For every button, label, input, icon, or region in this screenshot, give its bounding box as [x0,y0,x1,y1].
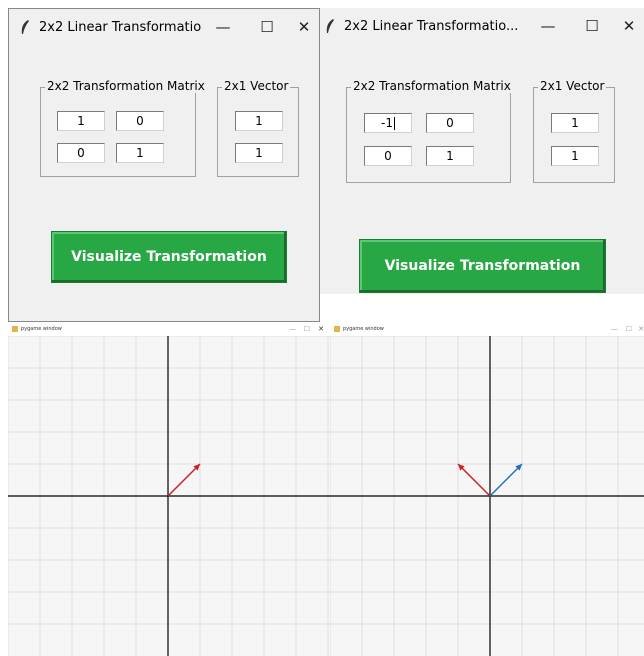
matrix-group: 2x2 Transformation Matrix 1 0 0 1 [40,79,207,177]
close-button[interactable]: ✕ [638,322,644,336]
matrix-entry-a11[interactable]: -1 [364,113,412,133]
vector-entry-y[interactable]: 1 [551,146,599,166]
vector-group: 2x1 Vector 1 1 [533,79,615,183]
maximize-button[interactable]: ☐ [626,322,632,336]
text-cursor [393,117,395,130]
matrix-entry-a11[interactable]: 1 [57,111,105,131]
vector-line [167,463,201,497]
pygame-titlebar[interactable]: pygame window — ☐ ✕ [8,322,330,336]
feather-icon [21,20,29,34]
coordinate-plane [330,336,644,656]
pygame-title: pygame window [21,326,62,332]
matrix-entry-a22[interactable]: 1 [426,146,474,166]
maximize-button[interactable]: ☐ [245,18,289,36]
matrix-group-label: 2x2 Transformation Matrix [45,79,207,93]
right-titlebar[interactable]: 2x2 Linear Transformatio... — ☐ ✕ [320,8,644,44]
visualize-button[interactable]: Visualize Transformation [51,231,287,283]
vector-line [489,463,523,497]
matrix-entry-a11-value: -1 [381,116,393,130]
maximize-button[interactable]: ☐ [304,322,310,336]
right-pygame-window: pygame window — ☐ ✕ [330,322,644,656]
feather-icon [326,19,334,33]
maximize-button[interactable]: ☐ [570,17,614,35]
left-pygame-window: pygame window — ☐ ✕ [8,322,330,656]
matrix-group: 2x2 Transformation Matrix -1 0 0 1 [346,79,513,183]
close-button[interactable]: ✕ [289,18,319,36]
right-tk-window: 2x2 Linear Transformatio... — ☐ ✕ 2x2 Tr… [320,8,644,294]
pygame-title: pygame window [343,326,384,332]
vector-group-label: 2x1 Vector [222,79,291,93]
pygame-icon [12,325,18,332]
minimize-button[interactable]: — [201,18,245,36]
vector-line [457,463,491,497]
vector-entry-y[interactable]: 1 [235,143,283,163]
vector-group-label: 2x1 Vector [538,79,607,93]
visualize-button[interactable]: Visualize Transformation [359,239,606,293]
close-button[interactable]: ✕ [318,322,324,336]
window-title: 2x2 Linear Transformatio... [39,19,201,35]
matrix-entry-a12[interactable]: 0 [116,111,164,131]
matrix-entry-a12[interactable]: 0 [426,113,474,133]
coordinate-plane [8,336,330,656]
minimize-button[interactable]: — [526,17,570,35]
matrix-group-label: 2x2 Transformation Matrix [351,79,513,93]
window-title: 2x2 Linear Transformatio... [344,18,519,34]
matrix-entry-a21[interactable]: 0 [364,146,412,166]
minimize-button[interactable]: — [289,322,296,336]
vector-group: 2x1 Vector 1 1 [217,79,299,177]
left-tk-window: 2x2 Linear Transformatio... — ☐ ✕ 2x2 Tr… [8,8,320,322]
left-titlebar[interactable]: 2x2 Linear Transformatio... — ☐ ✕ [9,9,319,45]
minimize-button[interactable]: — [611,322,618,336]
pygame-titlebar[interactable]: pygame window — ☐ ✕ [330,322,644,336]
vector-entry-x[interactable]: 1 [235,111,283,131]
close-button[interactable]: ✕ [614,17,644,35]
vector-entry-x[interactable]: 1 [551,113,599,133]
matrix-entry-a21[interactable]: 0 [57,143,105,163]
matrix-entry-a22[interactable]: 1 [116,143,164,163]
pygame-icon [334,325,340,332]
